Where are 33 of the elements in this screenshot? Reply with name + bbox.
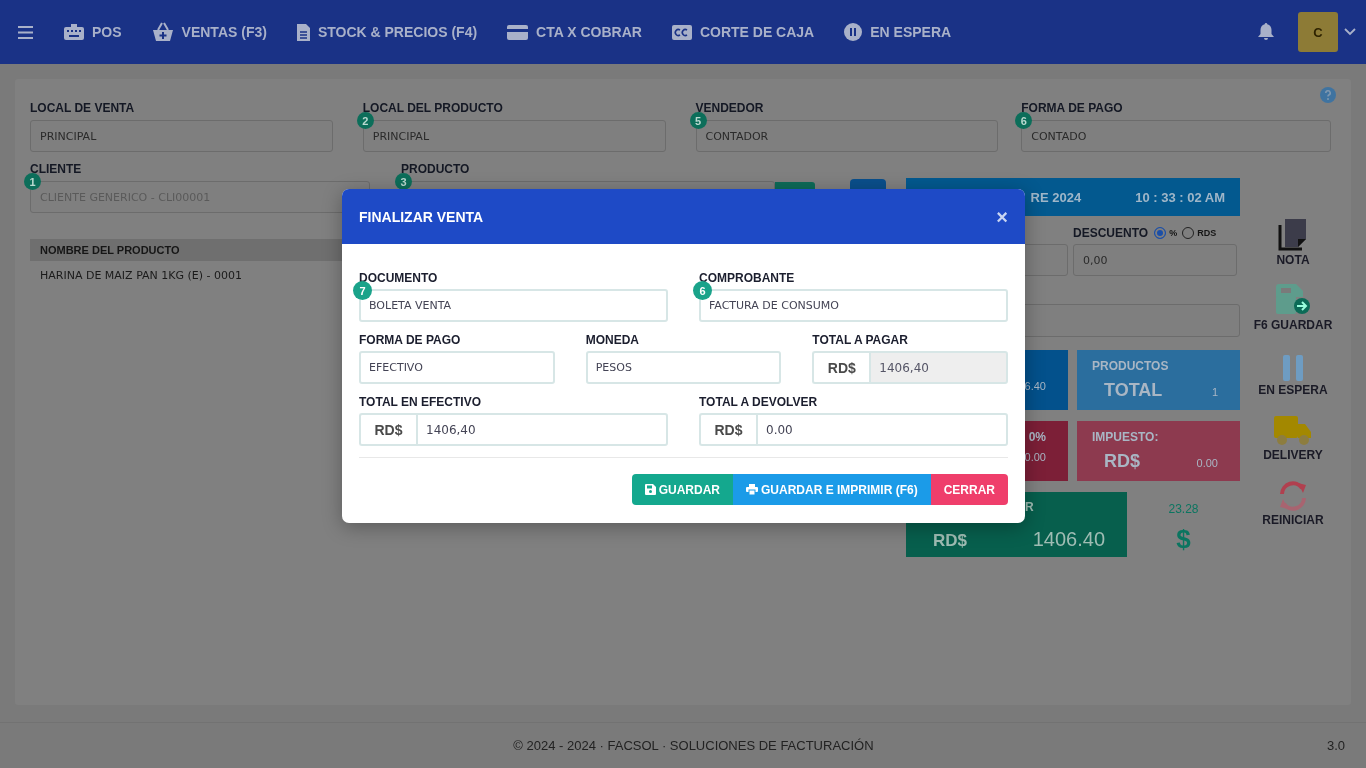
tile-value: 1 <box>1211 386 1218 398</box>
field-label: TOTAL A DEVOLVER <box>699 395 819 410</box>
footer-text: © 2024 - 2024 · FACSOL · SOLUCIONES DE FACTURACIÓN <box>512 738 875 753</box>
step-badge: 6 <box>1015 112 1033 129</box>
tile-value: 0.00 <box>1196 457 1218 469</box>
step-badge: 1 <box>24 173 41 190</box>
field-label: MONEDA <box>585 333 640 348</box>
radio-label: RDS <box>1197 228 1217 238</box>
tile-value: 1406.40 <box>1032 528 1105 551</box>
field-label: TOTAL EN EFECTIVO <box>359 395 482 410</box>
radio-label: % <box>1169 228 1178 238</box>
field-label: FORMA DE PAGO <box>359 333 462 348</box>
table-cell: HARINA DE MAIZ PAN 1KG (E) - 0001 <box>40 269 243 282</box>
tile-value: 0.00 <box>1024 451 1046 463</box>
step-badge: 7 <box>353 281 372 300</box>
tile-value: 6.40 <box>1024 380 1046 392</box>
field-label: DESCUENTO <box>1073 225 1149 241</box>
tile-label: RD$ <box>933 531 967 551</box>
tile-label: RD$ <box>1104 451 1140 472</box>
tile-label: TOTAL <box>1104 380 1163 401</box>
tile-title: R <box>1024 500 1035 516</box>
tile-title: PRODUCTOS <box>1092 359 1170 375</box>
exchange-rate: 23.28 <box>1168 502 1199 516</box>
tile-title: IMPUESTO: <box>1092 430 1160 446</box>
date-text: RE 2024 <box>1030 189 1082 205</box>
step-badge: 5 <box>689 112 707 129</box>
step-badge: 6 <box>693 281 712 300</box>
tile-title: 0% <box>1027 430 1046 446</box>
step-badge: 2 <box>356 112 374 129</box>
field-label: TOTAL A PAGAR <box>812 333 909 348</box>
field-label: LOCAL DE VENTA <box>30 101 136 116</box>
version-text: 3.0 <box>1326 738 1345 753</box>
time-text: 10 : 33 : 02 AM <box>1135 189 1225 205</box>
